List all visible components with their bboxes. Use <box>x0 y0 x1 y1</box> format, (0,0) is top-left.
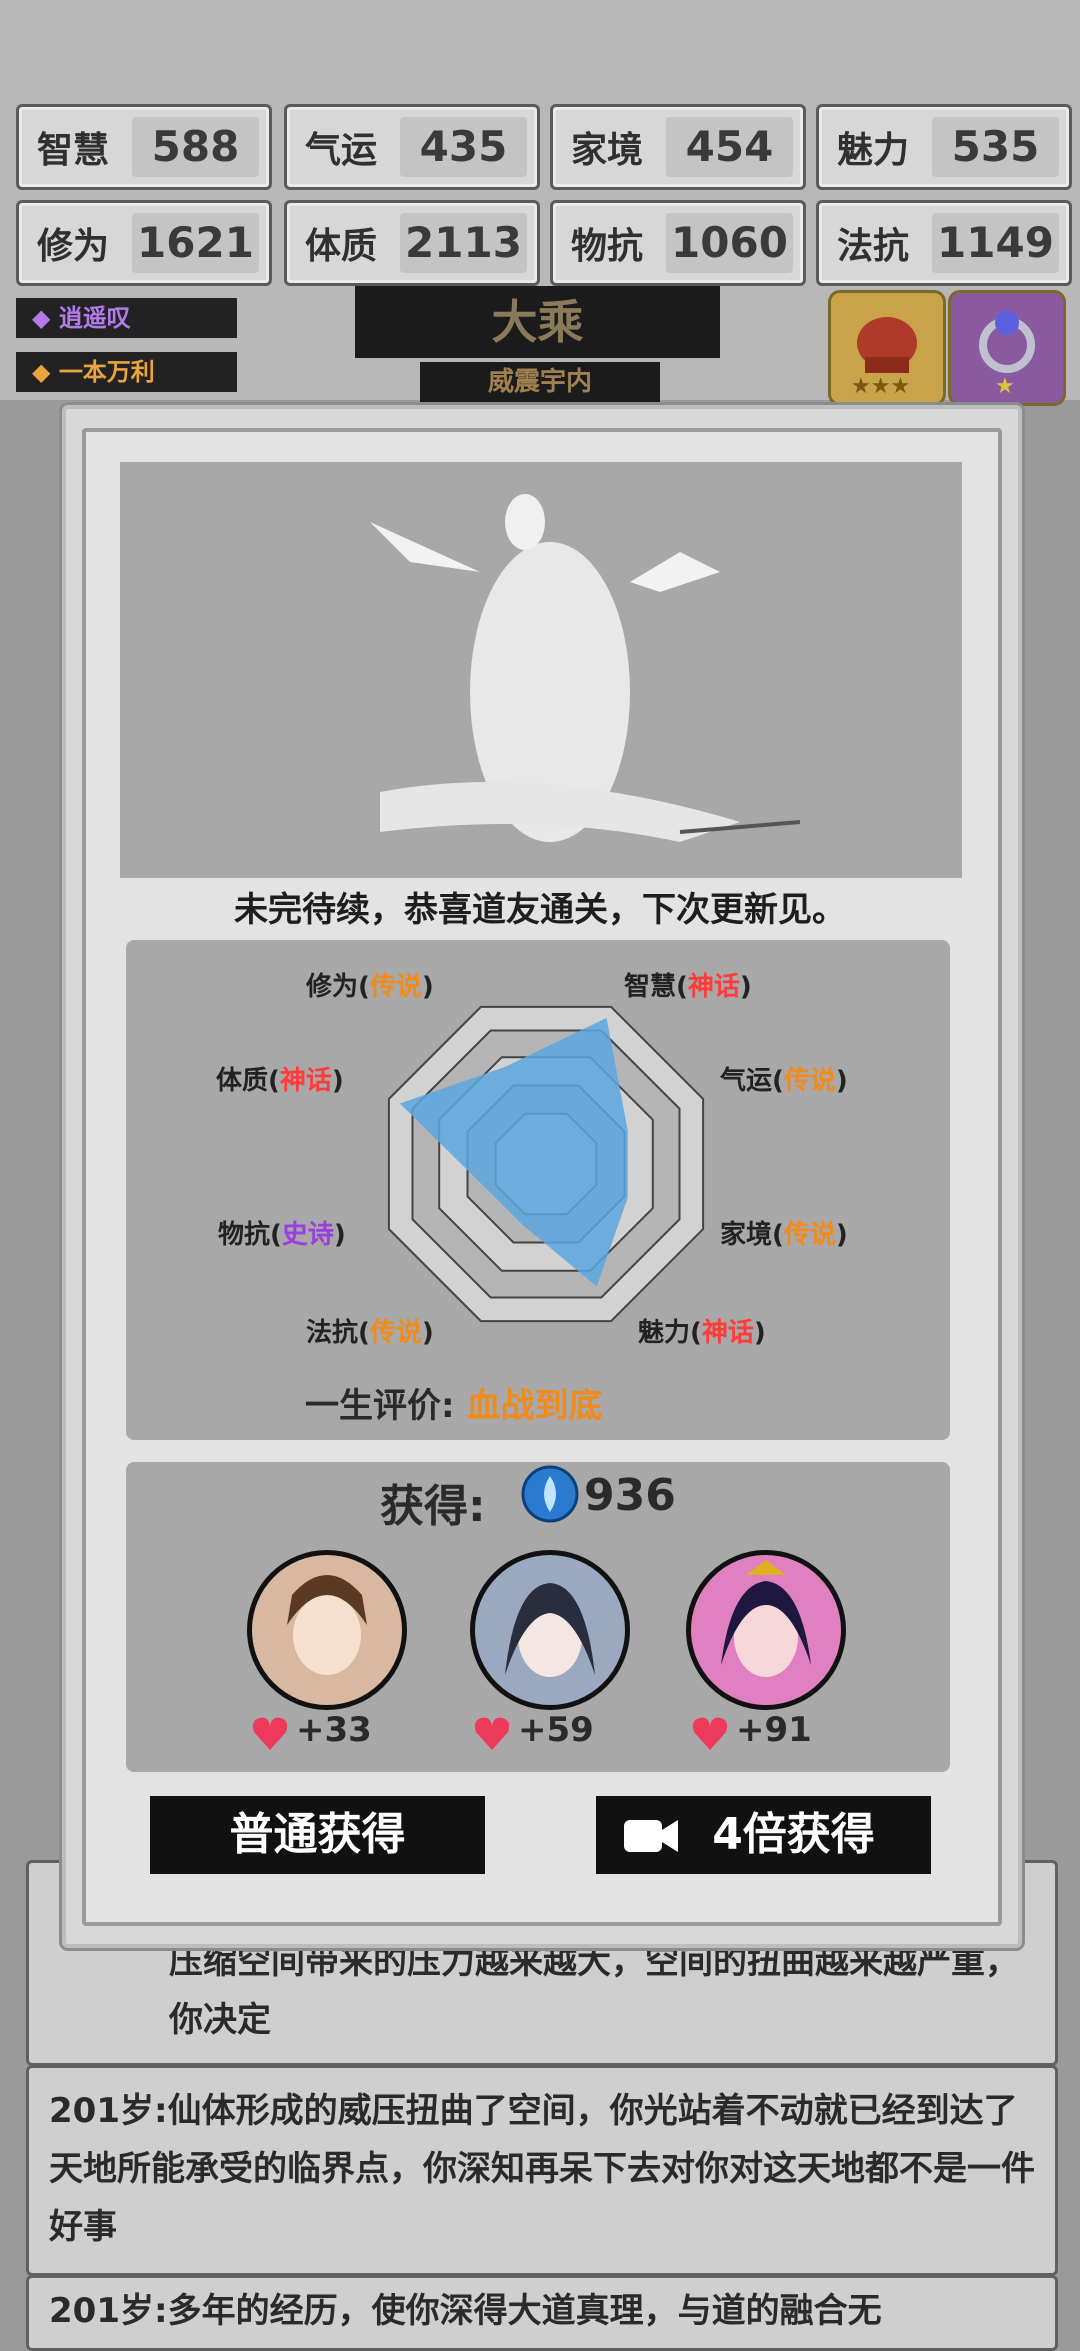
radar-grade: 传说 <box>783 1220 836 1250</box>
radar-attr: 物抗 <box>218 1220 271 1250</box>
equipment-slot-armor[interactable]: ★★★ <box>828 290 946 406</box>
stat-tizhi: 体质 2113 <box>284 200 540 286</box>
log-text: 201岁:仙体形成的威压扭曲了空间，你光站着不动就已经到达了天地所能承受的临界点… <box>29 2068 1055 2256</box>
log-body: 仙体形成的威压扭曲了空间，你光站着不动就已经到达了天地所能承受的临界点，你深知再… <box>49 2091 1035 2247</box>
stat-label: 修为 <box>37 226 110 267</box>
log-text: 201岁:多年的经历，使你深得大道真理，与道的融合无 <box>29 2278 1055 2340</box>
heart-icon <box>474 1717 510 1750</box>
radar-grade: 神话 <box>701 1318 754 1348</box>
radar-attr: 法抗 <box>306 1318 359 1348</box>
stat-meili: 魅力 535 <box>816 104 1072 190</box>
avatar <box>287 1575 367 1675</box>
video-claim-label: 4倍获得 <box>712 1809 875 1860</box>
armor-icon: ★★★ <box>851 317 917 399</box>
radar-label-qiyun: 气运(传说) <box>720 1066 848 1096</box>
radar-attr: 气运 <box>720 1066 773 1096</box>
attribute-radar-chart <box>387 1005 705 1323</box>
stat-value: 435 <box>400 117 527 177</box>
favor-gain: +59 <box>518 1710 594 1750</box>
radar-attr: 魅力 <box>638 1318 691 1348</box>
favor-gain: +33 <box>296 1710 372 1750</box>
radar-grade: 史诗 <box>281 1220 334 1250</box>
companion-portrait[interactable] <box>470 1550 630 1710</box>
radar-attr: 体质 <box>216 1066 269 1096</box>
stat-value: 1621 <box>132 213 259 273</box>
radar-label-fakang: 法抗(传说) <box>306 1318 434 1348</box>
equipment-slot-ring[interactable]: ★ <box>948 290 1066 406</box>
trait-tag[interactable]: ◆ 逍遥叹 <box>16 298 237 338</box>
stat-fakang: 法抗 1149 <box>816 200 1072 286</box>
avatar <box>721 1560 811 1677</box>
log-entry: 201岁:仙体形成的威压扭曲了空间，你光站着不动就已经到达了天地所能承受的临界点… <box>26 2065 1058 2276</box>
stat-jiajing: 家境 454 <box>550 104 806 190</box>
favor-gain: +91 <box>736 1710 812 1750</box>
log-age: 201岁: <box>49 2291 168 2331</box>
svg-text:★: ★ <box>995 374 1015 399</box>
stat-value: 588 <box>132 117 259 177</box>
radar-grade: 神话 <box>279 1066 332 1096</box>
stat-label: 体质 <box>305 226 378 267</box>
stat-label: 气运 <box>305 130 378 171</box>
ring-icon: ★ <box>979 311 1035 399</box>
stat-value: 454 <box>666 117 793 177</box>
immortal-crane-illustration <box>370 494 801 842</box>
stat-label: 法抗 <box>837 226 910 267</box>
radar-grade: 传说 <box>369 1318 422 1348</box>
radar-attr: 修为 <box>306 972 359 1002</box>
heart-icon <box>252 1717 288 1750</box>
eval-value: 血战到底 <box>466 1386 603 1426</box>
life-evaluation: 一生评价: 血战到底 <box>305 1378 602 1427</box>
video-4x-claim-button[interactable]: 4倍获得 <box>596 1796 931 1874</box>
realm-subtitle: 威震宇内 <box>420 362 660 402</box>
radar-label-meili: 魅力(神话) <box>638 1318 766 1348</box>
stat-label: 魅力 <box>837 130 910 171</box>
avatar <box>505 1583 595 1677</box>
radar-attr: 家境 <box>720 1220 773 1250</box>
radar-label-wukang: 物抗(史诗) <box>218 1220 346 1250</box>
companion-portrait[interactable] <box>686 1550 846 1710</box>
stat-value: 2113 <box>400 213 527 273</box>
ending-artwork <box>120 462 962 878</box>
stat-value: 1060 <box>666 213 793 273</box>
radar-grade: 神话 <box>687 972 740 1002</box>
stat-label: 物抗 <box>571 226 644 267</box>
stat-label: 智慧 <box>37 130 110 171</box>
radar-label-jiajing: 家境(传说) <box>720 1220 848 1250</box>
normal-claim-button[interactable]: 普通获得 <box>150 1796 485 1874</box>
stat-value: 1149 <box>932 213 1059 273</box>
gain-value: 936 <box>584 1470 676 1521</box>
radar-grade: 传说 <box>369 972 422 1002</box>
heart-icon <box>692 1717 728 1750</box>
radar-grade: 传说 <box>783 1066 836 1096</box>
stat-wukang: 物抗 1060 <box>550 200 806 286</box>
gain-label: 获得: <box>380 1481 486 1532</box>
trait-label: 逍遥叹 <box>58 304 131 332</box>
stat-qiyun: 气运 435 <box>284 104 540 190</box>
trait-label: 一本万利 <box>58 358 155 386</box>
stat-label: 家境 <box>571 130 644 171</box>
stat-xiuwei: 修为 1621 <box>16 200 272 286</box>
radar-label-xiuwei: 修为(传说) <box>306 972 434 1002</box>
realm-title: 大乘 <box>355 286 720 358</box>
ending-headline: 未完待续，恭喜道友通关，下次更新见。 <box>234 890 846 930</box>
spirit-stone-icon <box>521 1465 579 1523</box>
trait-tag[interactable]: ◆ 一本万利 <box>16 352 237 392</box>
log-age: 201岁: <box>49 2091 168 2131</box>
video-camera-icon <box>624 1820 678 1852</box>
svg-text:★★★: ★★★ <box>851 374 910 399</box>
eval-label: 一生评价: <box>305 1386 455 1426</box>
log-body: 多年的经历，使你深得大道真理，与道的融合无 <box>167 2291 882 2331</box>
stat-zhihui: 智慧 588 <box>16 104 272 190</box>
radar-label-tizhi: 体质(神话) <box>216 1066 344 1096</box>
radar-label-zhihui: 智慧(神话) <box>624 972 752 1002</box>
companion-portrait[interactable] <box>247 1550 407 1710</box>
radar-attr: 智慧 <box>624 972 677 1002</box>
stat-value: 535 <box>932 117 1059 177</box>
